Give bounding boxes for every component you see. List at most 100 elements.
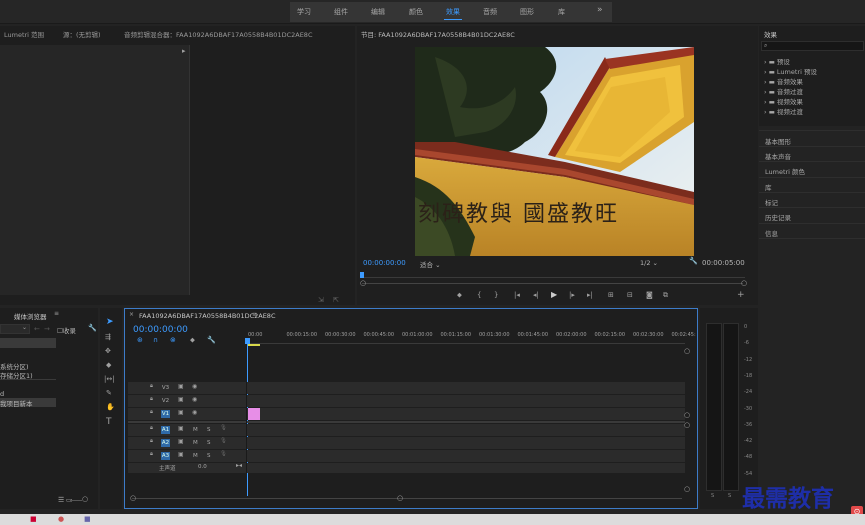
mic-icon[interactable]: 🎙︎ — [220, 425, 227, 432]
program-timecode[interactable]: 00:00:00:00 — [363, 259, 406, 267]
hand-tool-icon[interactable]: ✋ — [106, 404, 115, 411]
pen-tool-icon[interactable]: ✎ — [106, 390, 112, 397]
media-item-project[interactable]: 我项目新本 — [0, 398, 56, 408]
track-row-a1[interactable] — [128, 424, 685, 436]
section-markers[interactable]: 标记 — [765, 197, 778, 207]
snap-icon[interactable]: ∩ — [153, 337, 158, 344]
track-row-a2[interactable] — [128, 437, 685, 449]
sync-lock-icon[interactable]: ▣ — [178, 410, 184, 416]
resolution-dropdown[interactable]: 1/2 ⌄ — [640, 259, 658, 267]
zoom-handle-left[interactable]: ○ — [360, 280, 366, 287]
track-label-v3[interactable]: V3 — [161, 384, 170, 392]
insert-icon[interactable]: ⇱ — [333, 297, 339, 304]
meter-solo-right[interactable]: S — [728, 493, 731, 499]
track-row-v1[interactable] — [128, 408, 685, 420]
mark-in-icon[interactable]: { — [477, 292, 481, 299]
export-frame-camera-icon[interactable]: ◙ — [646, 292, 653, 299]
effects-tree-lumetri[interactable]: › ▬ Lumetri 预设 — [764, 66, 817, 76]
close-icon[interactable]: × — [129, 312, 134, 318]
nest-icon[interactable]: ⊛ — [137, 337, 143, 344]
type-tool-icon[interactable]: T — [106, 418, 112, 427]
section-history[interactable]: 历史记录 — [765, 212, 791, 222]
sync-lock-icon[interactable]: ▣ — [178, 452, 184, 458]
tab-audio[interactable]: 音频 — [483, 7, 497, 17]
track-row-v2[interactable] — [128, 395, 685, 407]
settings-wrench-icon[interactable]: 🔧 — [88, 325, 97, 332]
section-essential-sound[interactable]: 基本声音 — [765, 151, 791, 161]
playhead-marker[interactable] — [360, 272, 364, 278]
track-label-a1[interactable]: A1 — [161, 426, 170, 434]
tab-color[interactable]: 颜色 — [409, 7, 423, 17]
timeline-timecode[interactable]: 00:00:00:00 — [133, 325, 188, 335]
zoom-slider-track[interactable] — [70, 500, 82, 501]
timeline-settings-wrench-icon[interactable]: 🔧 — [207, 337, 216, 344]
tab-source[interactable]: 源：(无剪辑) — [63, 29, 101, 39]
lock-icon[interactable]: 🔒︎ — [150, 425, 153, 432]
tab-learn[interactable]: 学习 — [297, 7, 311, 17]
program-zoom-bar[interactable] — [362, 283, 743, 284]
tab-graphics[interactable]: 图形 — [520, 7, 534, 17]
media-browser-title[interactable]: 媒体浏览器 — [14, 311, 47, 321]
extract-icon[interactable]: ⊟ — [627, 292, 633, 299]
ripple-edit-tool-icon[interactable]: ✥ — [105, 348, 111, 355]
forward-arrow-icon[interactable]: → — [44, 326, 50, 333]
media-item-d[interactable]: d — [0, 390, 4, 398]
playhead-handle[interactable] — [245, 338, 250, 344]
lock-icon[interactable]: 🔒︎ — [150, 438, 153, 445]
mute-button[interactable]: M — [193, 440, 198, 446]
step-forward-icon[interactable]: |▸ — [569, 292, 575, 299]
track-label-v1[interactable]: V1 — [161, 410, 170, 418]
work-area-bar[interactable] — [248, 344, 260, 346]
zoom-handle-right[interactable]: ○ — [741, 280, 747, 287]
effects-tree-audio-transitions[interactable]: › ▬ 音频过渡 — [764, 86, 803, 96]
tab-editing[interactable]: 编辑 — [371, 7, 385, 17]
section-essential-graphics[interactable]: 基本图形 — [765, 136, 791, 146]
sync-lock-icon[interactable]: ▣ — [178, 384, 184, 390]
add-button-icon[interactable]: + — [737, 291, 745, 300]
selection-tool-icon[interactable]: ➤ — [106, 318, 114, 327]
scroll-handle-icon[interactable]: ○ — [684, 412, 690, 419]
lock-icon[interactable]: 🔒︎ — [150, 396, 153, 403]
add-marker-icon[interactable]: ⬥ — [190, 337, 195, 344]
lift-icon[interactable]: ⊞ — [608, 292, 614, 299]
panel-menu-icon[interactable]: ≡ — [252, 312, 257, 318]
taskbar-app-icon[interactable]: ● — [58, 516, 64, 523]
track-label-v2[interactable]: V2 — [161, 397, 170, 405]
master-volume-value[interactable]: 0.0 — [198, 464, 207, 470]
program-monitor-title[interactable]: 节目: FAA1092A6DBAF17A0558B4B01DC2AE8C — [361, 29, 515, 39]
effects-tree-video-transitions[interactable]: › ▬ 视频过渡 — [764, 106, 803, 116]
track-row-master[interactable] — [128, 463, 685, 473]
panel-menu-icon[interactable]: ≡ — [54, 311, 59, 317]
sync-lock-icon[interactable]: ▣ — [178, 439, 184, 445]
scroll-handle-icon[interactable]: ○ — [397, 495, 403, 502]
more-workspaces-button[interactable]: » — [597, 5, 603, 15]
eye-icon[interactable]: ◉ — [192, 384, 197, 390]
expand-arrow-icon[interactable]: ▸ — [182, 48, 186, 55]
tab-libraries[interactable]: 库 — [558, 7, 565, 17]
tab-effects[interactable]: 效果 — [446, 7, 460, 17]
track-row-a3[interactable] — [128, 450, 685, 462]
eye-icon[interactable]: ◉ — [192, 410, 197, 416]
sync-lock-icon[interactable]: ▣ — [178, 397, 184, 403]
lock-icon[interactable]: 🔒︎ — [150, 451, 153, 458]
tab-assembly[interactable]: 组件 — [334, 7, 348, 17]
section-lumetri-color[interactable]: Lumetri 颜色 — [765, 166, 805, 176]
ingest-checkbox[interactable]: ☐收录 — [57, 325, 76, 335]
mark-out-icon[interactable]: } — [494, 292, 498, 299]
lock-icon[interactable]: 🔒︎ — [150, 409, 153, 416]
scroll-handle-icon[interactable]: ○ — [684, 422, 690, 429]
effects-tree-video-effects[interactable]: › ▬ 视频效果 — [764, 96, 803, 106]
slip-tool-icon[interactable]: |↔| — [104, 376, 115, 383]
lock-icon[interactable]: 🔒︎ — [150, 383, 153, 390]
scroll-handle-icon[interactable]: ○ — [130, 495, 136, 502]
taskbar-app-icon[interactable]: ■ — [30, 516, 37, 523]
track-divider[interactable] — [128, 421, 685, 423]
settings-wrench-icon[interactable]: 🔧 — [689, 258, 698, 265]
solo-button[interactable]: S — [207, 427, 211, 433]
add-marker-icon[interactable]: ⬥ — [457, 292, 462, 299]
razor-tool-icon[interactable]: ◆ — [106, 362, 111, 369]
tab-lumetri-scopes[interactable]: Lumetri 范围 — [4, 29, 44, 39]
list-view-icon[interactable]: ☰ — [58, 497, 64, 504]
back-arrow-icon[interactable]: ← — [34, 326, 40, 333]
go-to-in-icon[interactable]: |◂ — [514, 292, 520, 299]
